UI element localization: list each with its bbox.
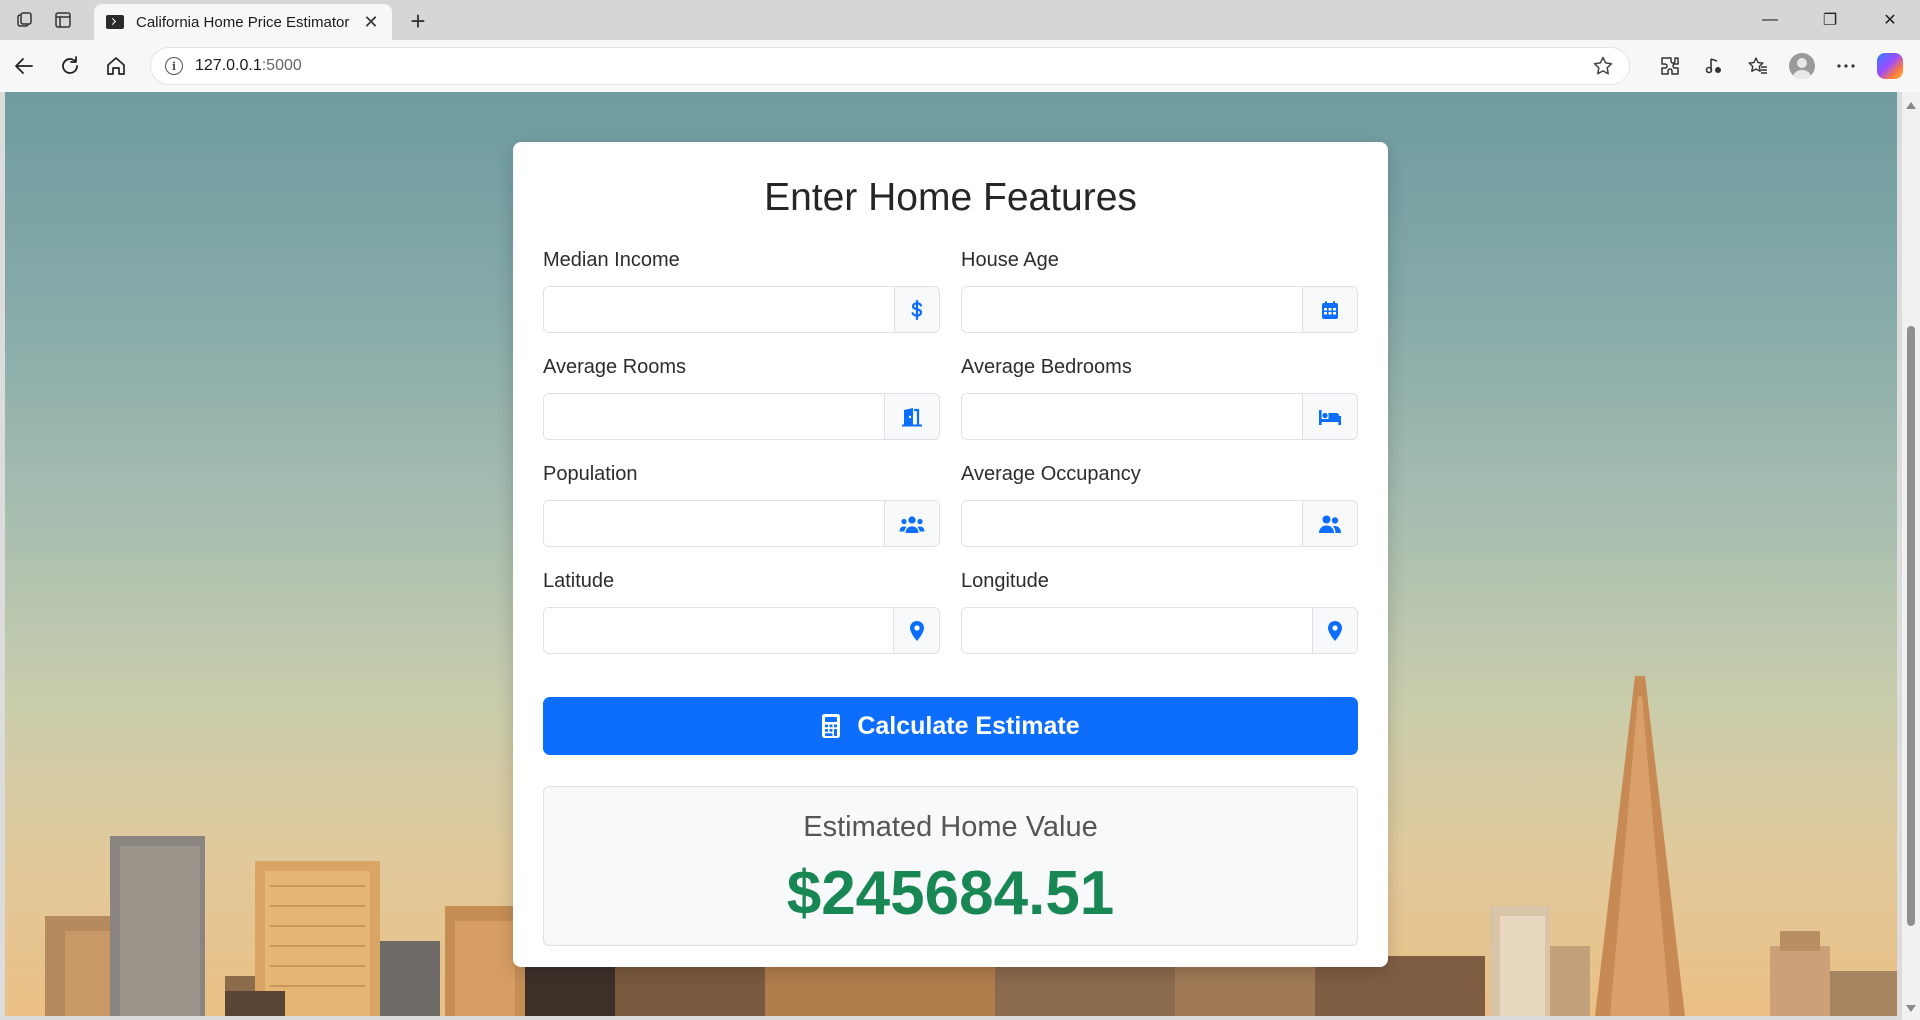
features-form: Median Income House Age Average Rooms Av… <box>543 246 1358 674</box>
calendar-icon <box>1302 287 1357 332</box>
page-scrollbar[interactable] <box>1902 92 1920 1020</box>
field-average-bedrooms: Average Bedrooms <box>961 353 1358 460</box>
users-icon <box>884 501 939 546</box>
arrow-left-icon <box>15 58 33 74</box>
average-rooms-label: Average Rooms <box>543 356 687 378</box>
browser-tab-bar: California Home Price Estimator ✕ + — ❐ … <box>0 0 1920 40</box>
calculate-estimate-label: Calculate Estimate <box>857 711 1080 740</box>
average-bedrooms-label: Average Bedrooms <box>961 356 1132 378</box>
field-latitude: Latitude <box>543 567 940 674</box>
bed-icon <box>1302 394 1357 439</box>
user-friends-icon <box>1302 501 1357 546</box>
longitude-input[interactable] <box>962 608 1312 653</box>
home-icon <box>107 57 125 75</box>
profile-button[interactable] <box>1780 48 1824 84</box>
field-longitude: Longitude <box>961 567 1358 674</box>
page-viewport: Enter Home Features Median Income House … <box>5 92 1897 1016</box>
estimate-result-panel: Estimated Home Value $245684.51 <box>543 786 1358 946</box>
favorite-star-icon[interactable] <box>1589 52 1617 80</box>
house-age-input[interactable] <box>962 287 1302 332</box>
average-occupancy-group <box>961 500 1358 547</box>
refresh-icon <box>62 56 78 74</box>
house-age-label: House Age <box>961 249 1059 271</box>
population-group <box>543 500 940 547</box>
field-average-occupancy: Average Occupancy <box>961 460 1358 567</box>
longitude-label: Longitude <box>961 570 1049 592</box>
more-options-icon[interactable] <box>1824 48 1868 84</box>
field-house-age: House Age <box>961 246 1358 353</box>
median-income-label: Median Income <box>543 249 680 271</box>
door-icon <box>884 394 939 439</box>
window-controls: — ❐ ✕ <box>1740 0 1920 40</box>
minimize-button[interactable]: — <box>1740 0 1800 40</box>
average-occupancy-label: Average Occupancy <box>961 463 1141 485</box>
result-title: Estimated Home Value <box>803 811 1098 843</box>
workspaces-icon[interactable] <box>8 4 42 36</box>
back-button[interactable] <box>4 48 44 84</box>
home-features-card: Enter Home Features Median Income House … <box>513 142 1388 967</box>
browser-tab[interactable]: California Home Price Estimator ✕ <box>94 4 392 40</box>
latitude-group <box>543 607 940 654</box>
average-occupancy-input[interactable] <box>962 501 1302 546</box>
browser-toolbar: i 127.0.0.1:5000 <box>0 40 1920 92</box>
browser-extension-icons <box>1648 48 1912 84</box>
field-average-rooms: Average Rooms <box>543 353 940 460</box>
map-pin-icon <box>893 608 939 653</box>
address-text[interactable]: 127.0.0.1:5000 <box>195 57 1589 75</box>
tab-title: California Home Price Estimator <box>136 13 350 31</box>
scroll-thumb[interactable] <box>1907 326 1915 926</box>
average-bedrooms-group <box>961 393 1358 440</box>
close-window-button[interactable]: ✕ <box>1860 0 1920 40</box>
terminal-favicon-icon <box>106 15 124 29</box>
calculator-icon <box>821 713 841 739</box>
refresh-button[interactable] <box>50 48 90 84</box>
calculate-estimate-button[interactable]: Calculate Estimate <box>543 697 1358 755</box>
field-median-income: Median Income <box>543 246 940 353</box>
new-tab-button[interactable]: + <box>400 3 436 39</box>
population-label: Population <box>543 463 638 485</box>
copilot-icon[interactable] <box>1868 48 1912 84</box>
map-pin-icon <box>1312 608 1357 653</box>
estimated-value: $245684.51 <box>786 859 1115 928</box>
median-income-input[interactable] <box>544 287 894 332</box>
latitude-input[interactable] <box>544 608 893 653</box>
longitude-group <box>961 607 1358 654</box>
average-rooms-input[interactable] <box>544 394 884 439</box>
site-info-icon[interactable]: i <box>165 57 183 75</box>
media-control-icon[interactable] <box>1692 48 1736 84</box>
avatar <box>1789 53 1815 79</box>
favorites-icon[interactable] <box>1736 48 1780 84</box>
page-title: Enter Home Features <box>764 176 1137 219</box>
field-population: Population <box>543 460 940 567</box>
address-bar[interactable]: i 127.0.0.1:5000 <box>150 47 1630 85</box>
restore-button[interactable]: ❐ <box>1800 0 1860 40</box>
latitude-label: Latitude <box>543 570 615 592</box>
home-button[interactable] <box>96 48 136 84</box>
dollar-icon <box>894 287 939 332</box>
house-age-group <box>961 286 1358 333</box>
vertical-tabs-icon[interactable] <box>46 4 80 36</box>
scroll-down-arrow-icon[interactable] <box>1906 1005 1916 1012</box>
extensions-icon[interactable] <box>1648 48 1692 84</box>
scroll-up-arrow-icon[interactable] <box>1906 102 1916 109</box>
population-input[interactable] <box>544 501 884 546</box>
close-tab-icon[interactable]: ✕ <box>360 11 382 33</box>
average-rooms-group <box>543 393 940 440</box>
median-income-group <box>543 286 940 333</box>
average-bedrooms-input[interactable] <box>962 394 1302 439</box>
